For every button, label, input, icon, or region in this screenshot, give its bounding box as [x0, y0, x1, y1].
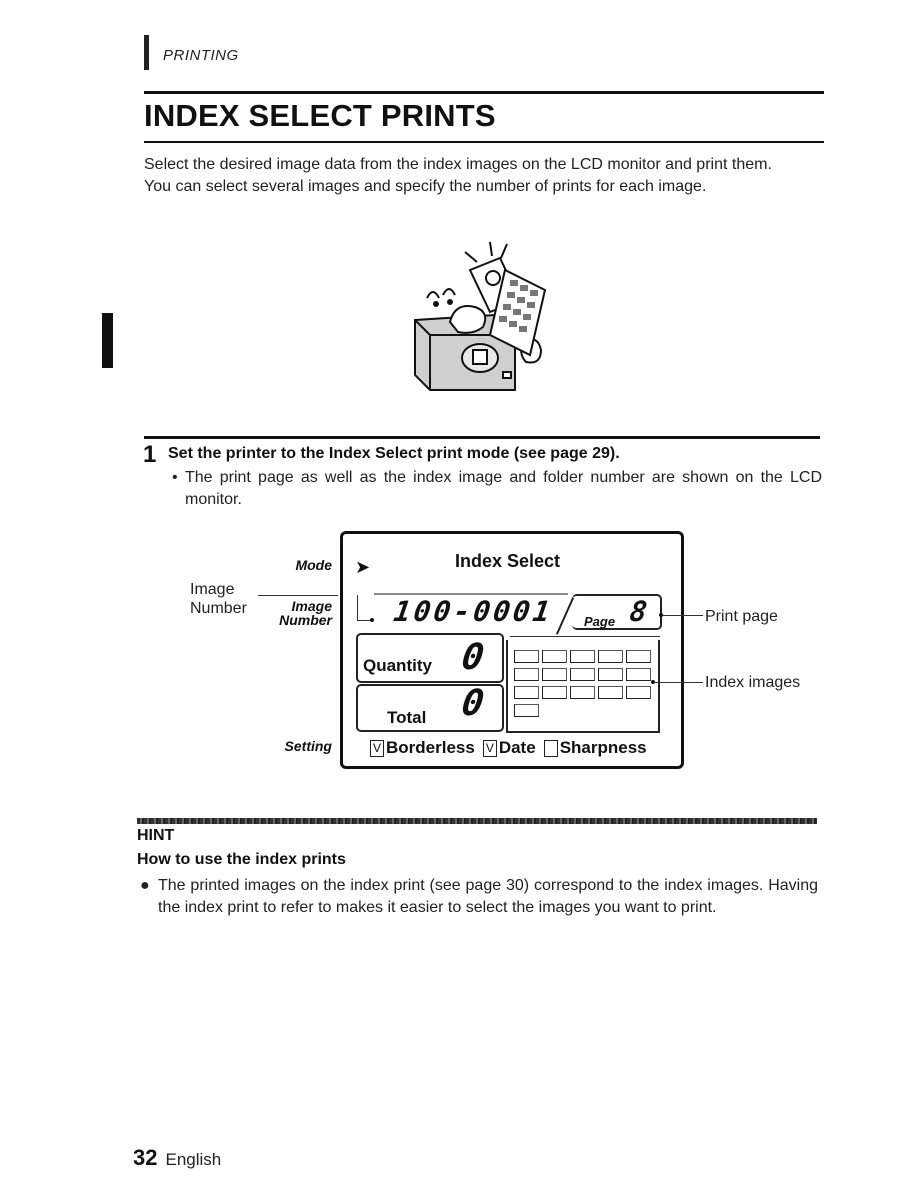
printer-illustration-icon [414, 241, 547, 391]
index-image-thumbnail [542, 686, 567, 699]
callout-leader-line [258, 595, 338, 596]
section-marker-bar [144, 35, 149, 70]
image-number-display: 100-0001 [391, 595, 556, 628]
mode-side-label: Mode [295, 557, 332, 573]
title-rule-top [144, 91, 824, 94]
bullet-icon: • [172, 469, 178, 486]
index-image-thumbnail [598, 650, 623, 663]
index-image-thumbnail [514, 650, 539, 663]
total-label: Total [387, 708, 427, 727]
index-image-thumbnail [542, 668, 567, 681]
index-image-thumbnail [626, 668, 651, 681]
settings-row: V Borderless V Date Sharpness [370, 738, 647, 758]
intro-paragraph: Select the desired image data from the i… [144, 156, 772, 173]
page-label: Page [584, 614, 616, 629]
setting-side-label: Setting [284, 738, 332, 754]
setting-label: Date [498, 738, 536, 757]
image-number-callout-line2: Number [190, 600, 247, 617]
bullet-icon: ● [140, 877, 150, 894]
image-number-callout-line1: Image [190, 581, 235, 598]
setting-sharpness: Sharpness [543, 738, 647, 758]
page-number: 32 [133, 1145, 158, 1170]
intro-text: Select the desired image data from the i… [144, 154, 826, 198]
title-rule-bottom [144, 141, 824, 143]
hint-bullet: ● The printed images on the index print … [140, 875, 818, 919]
index-image-thumbnail [626, 686, 651, 699]
checkbox-icon: V [370, 739, 384, 757]
callout-leader-line [654, 682, 703, 683]
step-rule [144, 436, 820, 439]
page-title: INDEX SELECT PRINTS [144, 98, 496, 133]
hint-body-text: The printed images on the index print (s… [158, 877, 818, 916]
hint-subtitle: How to use the index prints [137, 851, 346, 868]
margin-marker [102, 313, 113, 368]
quantity-label: Quantity [363, 656, 432, 675]
mode-arrow-icon: ➤ [355, 557, 371, 577]
checkbox-icon [543, 739, 558, 757]
setting-borderless: V Borderless [370, 738, 475, 758]
index-image-thumbnail [570, 650, 595, 663]
index-image-thumbnail [598, 668, 623, 681]
image-number-callout: Image Number [190, 580, 247, 618]
image-number-side-label-line1: Image [291, 598, 332, 614]
step-number: 1 [143, 441, 157, 468]
index-image-thumbnail [514, 686, 539, 699]
step-bullet-text: The print page as well as the index imag… [185, 469, 822, 508]
index-images-grid [514, 650, 651, 719]
callout-leader-line [663, 615, 703, 616]
mode-value: Index Select [455, 551, 561, 571]
hint-title: HINT [137, 827, 175, 844]
section-label: PRINTING [163, 47, 239, 64]
index-image-thumbnail [626, 650, 651, 663]
index-image-thumbnail [598, 686, 623, 699]
page-language: English [165, 1150, 222, 1169]
index-image-thumbnail [570, 686, 595, 699]
index-image-thumbnail [570, 668, 595, 681]
page-footer: 32 English [133, 1145, 221, 1171]
hint-rule [137, 818, 817, 824]
index-image-thumbnail [514, 704, 539, 717]
image-number-side-label: Image Number [262, 599, 332, 627]
setting-label: Sharpness [559, 738, 647, 757]
setting-label: Borderless [386, 738, 475, 757]
setting-date: V Date [482, 738, 536, 758]
step-bullet: • The print page as well as the index im… [172, 467, 822, 511]
index-images-callout: Index images [705, 674, 801, 691]
image-number-side-label-line2: Number [279, 612, 332, 628]
step-title: Set the printer to the Index Select prin… [168, 445, 620, 462]
index-image-thumbnail [514, 668, 539, 681]
print-page-callout: Print page [705, 608, 778, 625]
index-image-thumbnail [542, 650, 567, 663]
checkbox-icon: V [482, 739, 497, 757]
index-frame-top [510, 636, 660, 637]
intro-paragraph: You can select several images and specif… [144, 178, 707, 195]
